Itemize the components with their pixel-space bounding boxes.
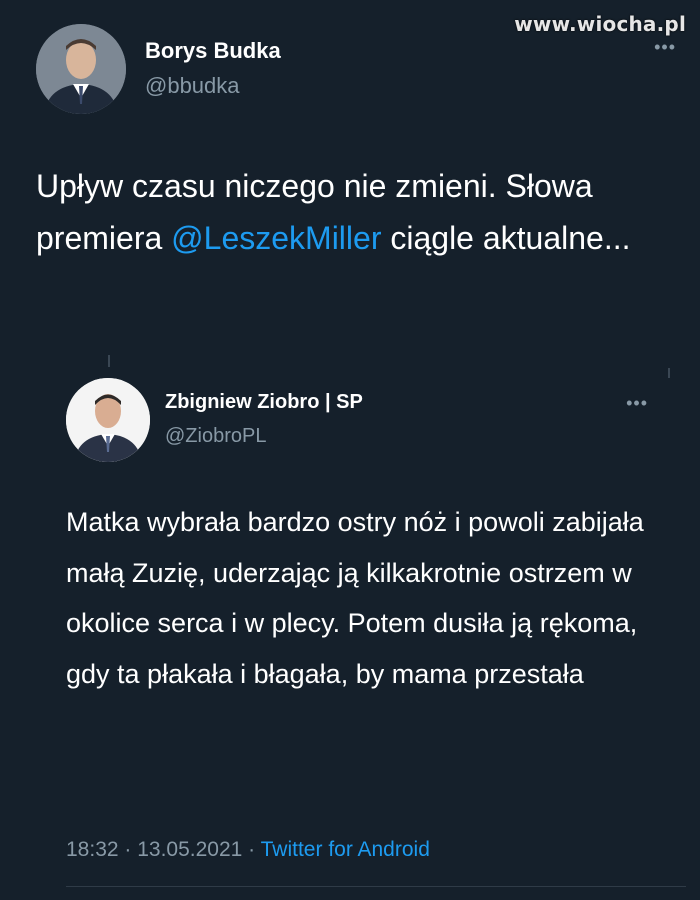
avatar-borys-budka-icon [36,24,126,114]
tweet-date: 13.05.2021 [137,838,243,861]
more-options-icon[interactable]: ••• [626,394,648,412]
avatar[interactable] [66,378,150,462]
author-handle[interactable]: @bbudka [145,73,240,99]
tweet-text: Upływ czasu niczego nie zmieni. Słowa pr… [36,160,676,264]
watermark: www.wiocha.pl [514,12,686,36]
tweet-time: 18:32 [66,838,119,861]
avatar-zbigniew-ziobro-icon [66,378,150,462]
divider [66,886,686,887]
divider-tick [668,368,670,378]
author-name[interactable]: Borys Budka [145,38,281,64]
thread-connector [108,355,110,367]
tweet-text-part: ciągle aktualne... [381,220,631,256]
mention-link[interactable]: @LeszekMiller [171,220,381,256]
quoted-author-name[interactable]: Zbigniew Ziobro | SP [165,391,363,414]
meta-separator: · [242,838,261,861]
meta-separator: · [118,838,138,861]
tweet-meta: 18:32 · 13.05.2021 · Twitter for Android [66,838,430,862]
quoted-author-handle[interactable]: @ZiobroPL [165,425,266,448]
tweet-source-link[interactable]: Twitter for Android [261,838,430,861]
more-options-icon[interactable]: ••• [654,38,676,56]
quoted-tweet-text: Matka wybrała bardzo ostry nóż i powoli … [66,507,644,689]
avatar[interactable] [36,24,126,114]
